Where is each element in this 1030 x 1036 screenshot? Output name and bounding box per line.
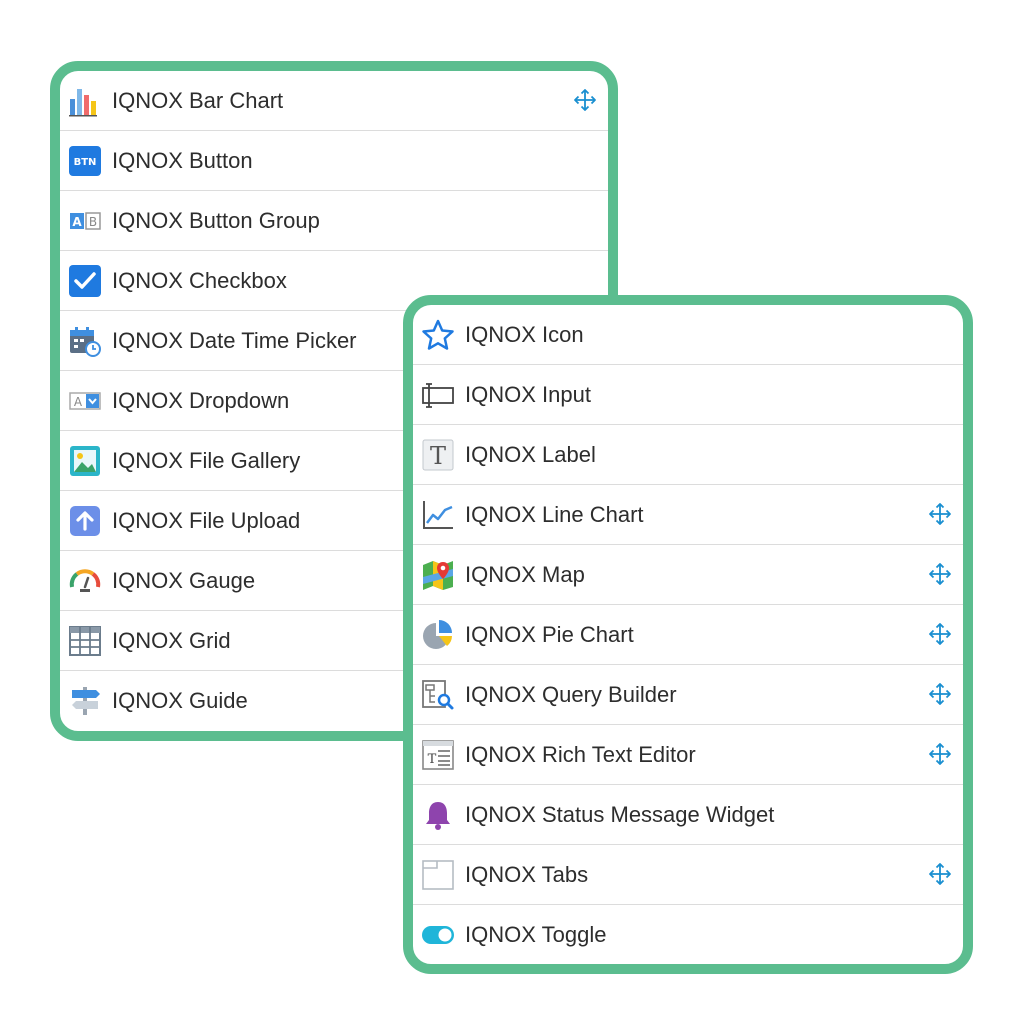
calendar-clock-icon [68, 325, 102, 357]
move-icon[interactable] [927, 741, 953, 767]
widget-item-label: IQNOX Rich Text Editor [465, 742, 696, 767]
button-group-icon: AB [68, 205, 102, 237]
widget-item-label: IQNOX Button Group [112, 208, 320, 233]
svg-text:B: B [89, 215, 97, 229]
widget-item-label: IQNOX Map [465, 562, 585, 587]
toggle-icon [421, 919, 455, 951]
widget-item-label: IQNOX Status Message Widget [465, 802, 775, 827]
widget-list-panel-right: IQNOX Icon IQNOX Input T IQNOX Label IQNOX L… [403, 295, 973, 974]
widget-item-button[interactable]: BTN IQNOX Button [60, 131, 608, 191]
widget-item-label: IQNOX Line Chart [465, 502, 644, 527]
input-icon [421, 379, 455, 411]
widget-item-label: IQNOX Pie Chart [465, 622, 634, 647]
widget-item-label: IQNOX Guide [112, 688, 248, 713]
checkbox-icon [68, 265, 102, 297]
svg-text:A: A [72, 215, 82, 229]
rich-text-icon: T [421, 739, 455, 771]
widget-item-line-chart[interactable]: IQNOX Line Chart [413, 485, 963, 545]
widget-item-label: IQNOX Toggle [465, 922, 607, 947]
widget-item-label: IQNOX Dropdown [112, 388, 290, 413]
widget-item-label: IQNOX Icon [465, 322, 584, 347]
bar-chart-icon [68, 85, 102, 117]
svg-text:A: A [74, 395, 83, 409]
pie-chart-icon [421, 619, 455, 651]
widget-item-rich-text-editor[interactable]: T IQNOX Rich Text Editor [413, 725, 963, 785]
move-icon[interactable] [927, 681, 953, 707]
widget-item-label: IQNOX Date Time Picker [112, 328, 357, 353]
upload-icon [68, 505, 102, 537]
widget-item-label: IQNOX File Upload [112, 508, 301, 533]
query-builder-icon [421, 679, 455, 711]
svg-text:T: T [428, 752, 437, 767]
map-icon [421, 559, 455, 591]
button-icon: BTN [68, 145, 102, 177]
widget-item-label: IQNOX File Gallery [112, 448, 301, 473]
text-label-icon: T [421, 439, 455, 471]
move-icon[interactable] [927, 501, 953, 527]
star-icon [421, 319, 455, 351]
widget-item-label: IQNOX Grid [112, 628, 231, 653]
widget-item-label: IQNOX Tabs [465, 862, 589, 887]
svg-text:BTN: BTN [74, 157, 97, 168]
widget-item-map[interactable]: IQNOX Map [413, 545, 963, 605]
widget-item-label: IQNOX Bar Chart [112, 88, 284, 113]
widget-item-input[interactable]: IQNOX Input [413, 365, 963, 425]
move-icon[interactable] [927, 561, 953, 587]
gallery-icon [68, 445, 102, 477]
svg-text:T: T [430, 442, 446, 470]
grid-icon [68, 625, 102, 657]
widget-item-status-message-widget[interactable]: IQNOX Status Message Widget [413, 785, 963, 845]
widget-item-label: IQNOX Checkbox [112, 268, 287, 293]
widget-item-bar-chart[interactable]: IQNOX Bar Chart [60, 71, 608, 131]
widget-item-label[interactable]: T IQNOX Label [413, 425, 963, 485]
move-icon[interactable] [927, 621, 953, 647]
widget-item-pie-chart[interactable]: IQNOX Pie Chart [413, 605, 963, 665]
tabs-icon [421, 859, 455, 891]
bell-icon [421, 799, 455, 831]
line-chart-icon [421, 499, 455, 531]
signpost-icon [68, 685, 102, 717]
widget-item-label: IQNOX Button [112, 148, 253, 173]
widget-item-label: IQNOX Label [465, 442, 596, 467]
gauge-icon [68, 565, 102, 597]
move-icon[interactable] [572, 87, 598, 113]
widget-item-query-builder[interactable]: IQNOX Query Builder [413, 665, 963, 725]
widget-list-right: IQNOX Icon IQNOX Input T IQNOX Label IQNOX L… [413, 305, 963, 964]
dropdown-icon: A [68, 385, 102, 417]
widget-item-label: IQNOX Input [465, 382, 591, 407]
widget-item-toggle[interactable]: IQNOX Toggle [413, 905, 963, 964]
widget-item-tabs[interactable]: IQNOX Tabs [413, 845, 963, 905]
widget-item-label: IQNOX Gauge [112, 568, 256, 593]
widget-item-label: IQNOX Query Builder [465, 682, 677, 707]
move-icon[interactable] [927, 861, 953, 887]
widget-item-icon[interactable]: IQNOX Icon [413, 305, 963, 365]
widget-item-button-group[interactable]: A B IQNOX Button Group [60, 191, 608, 251]
